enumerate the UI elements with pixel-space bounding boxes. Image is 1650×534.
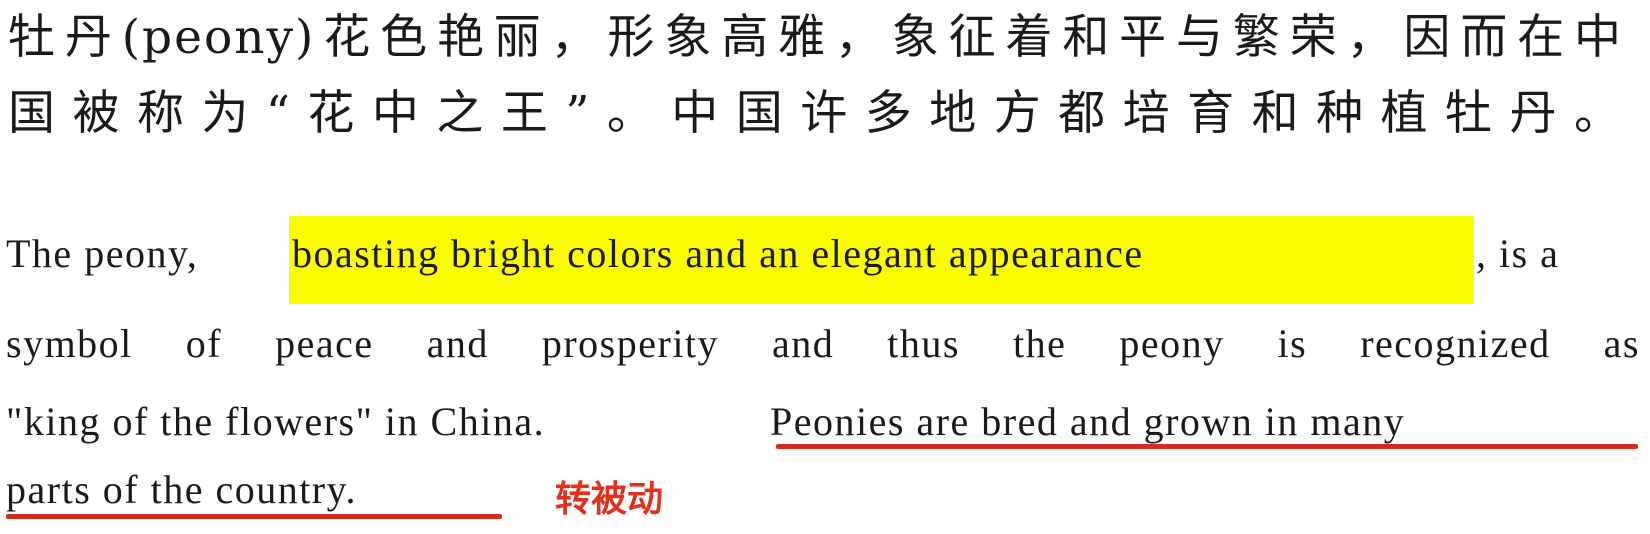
chinese-line-2: 国被称为“花中之王”。中国许多地方都培育和种植牡丹。 <box>8 86 1623 141</box>
english-line-1-pre: The peony, <box>6 231 199 276</box>
red-underline-1 <box>776 444 1638 449</box>
highlighted-phrase: boasting bright colors and an elegant ap… <box>292 231 1144 276</box>
english-line-1-post: , is a <box>1476 231 1560 276</box>
red-underline-2 <box>6 514 502 519</box>
english-line-3-pre: "king of the flowers" in China. <box>6 399 546 444</box>
english-line-2: symbol of peace and prosperity and thus … <box>6 321 1640 366</box>
underlined-sentence-part-2: parts of the country. <box>6 467 358 512</box>
underlined-sentence-part-1: Peonies are bred and grown in many <box>770 399 1406 444</box>
chinese-line-1: 牡丹(peony)花色艳丽，形象高雅，象征着和平与繁荣，因而在中 <box>8 10 1623 65</box>
annotation-label: 转被动 <box>555 479 664 520</box>
